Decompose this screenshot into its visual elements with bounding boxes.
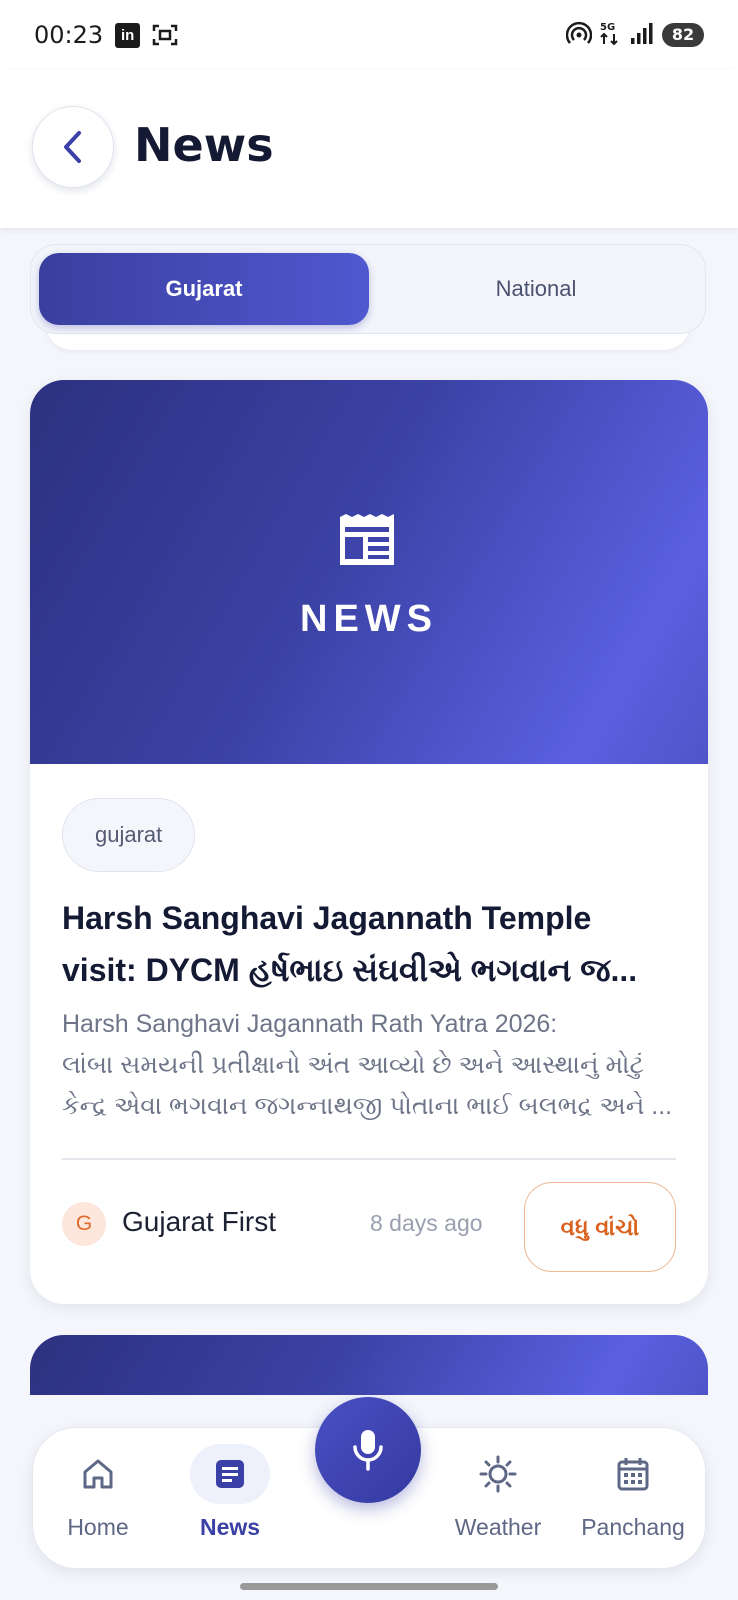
nav-panchang[interactable]: Panchang	[563, 1428, 703, 1570]
news-card-next[interactable]	[30, 1335, 708, 1395]
sun-icon	[479, 1455, 517, 1493]
nav-icon-wrap	[458, 1444, 538, 1504]
tab-national[interactable]: National	[371, 253, 701, 325]
nav-label: Weather	[454, 1514, 542, 1540]
home-icon	[83, 1459, 113, 1489]
source-avatar: G	[62, 1202, 106, 1246]
battery-indicator: 82	[662, 23, 704, 47]
summary-line: કેન્દ્ર એવા ભગવાન જગન્નાથજી પોતાના ભાઈ બ…	[62, 1092, 673, 1120]
calendar-icon	[617, 1458, 649, 1491]
summary-line: Harsh Sanghavi Jagannath Rath Yatra 2026…	[62, 1010, 558, 1038]
screenshot-icon	[152, 23, 178, 47]
app-header: News	[0, 70, 738, 228]
card-divider	[62, 1158, 676, 1160]
nav-icon-wrap	[593, 1444, 673, 1504]
voice-search-button[interactable]	[315, 1397, 421, 1503]
page-title: News	[134, 118, 274, 172]
newspaper-icon	[216, 1460, 244, 1488]
hero-label: NEWS	[300, 598, 438, 640]
read-more-button[interactable]: વધુ વાંચો	[524, 1182, 676, 1272]
headline-line: Harsh Sanghavi Jagannath Temple	[62, 900, 592, 936]
newspaper-icon	[340, 514, 394, 565]
category-chip: gujarat	[62, 798, 196, 872]
nav-icon-wrap	[190, 1444, 270, 1504]
home-indicator[interactable]	[240, 1583, 498, 1590]
nav-icon-wrap	[58, 1444, 138, 1504]
time-ago: 8 days ago	[370, 1210, 483, 1236]
nav-weather[interactable]: Weather	[433, 1428, 563, 1570]
hotspot-icon	[565, 21, 593, 49]
region-tabs: Gujarat National	[30, 244, 706, 334]
status-left: 00:23 in	[34, 21, 178, 49]
nav-home[interactable]: Home	[33, 1428, 163, 1570]
linkedin-icon: in	[115, 22, 141, 48]
news-card-hero: NEWS	[30, 380, 708, 764]
nav-label: Home	[67, 1514, 129, 1540]
tab-gujarat[interactable]: Gujarat	[39, 253, 369, 325]
nav-label: News	[199, 1514, 261, 1540]
source-name: Gujarat First	[122, 1206, 277, 1237]
nav-label: Panchang	[581, 1514, 685, 1540]
summary-line: લાંબા સમયની પ્રતીક્ષાનો અંત આવ્યો છે અને…	[62, 1051, 644, 1079]
headline-line: visit: DYCM હર્ષભાઇ સંઘવીએ ભગવાન જ...	[62, 952, 638, 988]
news-card[interactable]: NEWS gujarat Harsh Sanghavi Jagannath Te…	[30, 380, 708, 1304]
svg-text:5G: 5G	[600, 22, 615, 33]
status-right: 5G 82	[565, 20, 704, 50]
signal-icon	[630, 21, 654, 49]
status-time: 00:23	[34, 21, 104, 49]
nav-news[interactable]: News	[165, 1428, 295, 1570]
article-summary: Harsh Sanghavi Jagannath Rath Yatra 2026…	[62, 1004, 688, 1127]
network-5g-icon: 5G	[600, 20, 622, 50]
microphone-icon	[353, 1430, 383, 1471]
chevron-left-icon	[64, 131, 81, 163]
status-bar: 00:23 in 5G 82	[0, 0, 738, 70]
back-button[interactable]	[32, 106, 114, 188]
article-headline[interactable]: Harsh Sanghavi Jagannath Temple visit: D…	[62, 892, 682, 996]
